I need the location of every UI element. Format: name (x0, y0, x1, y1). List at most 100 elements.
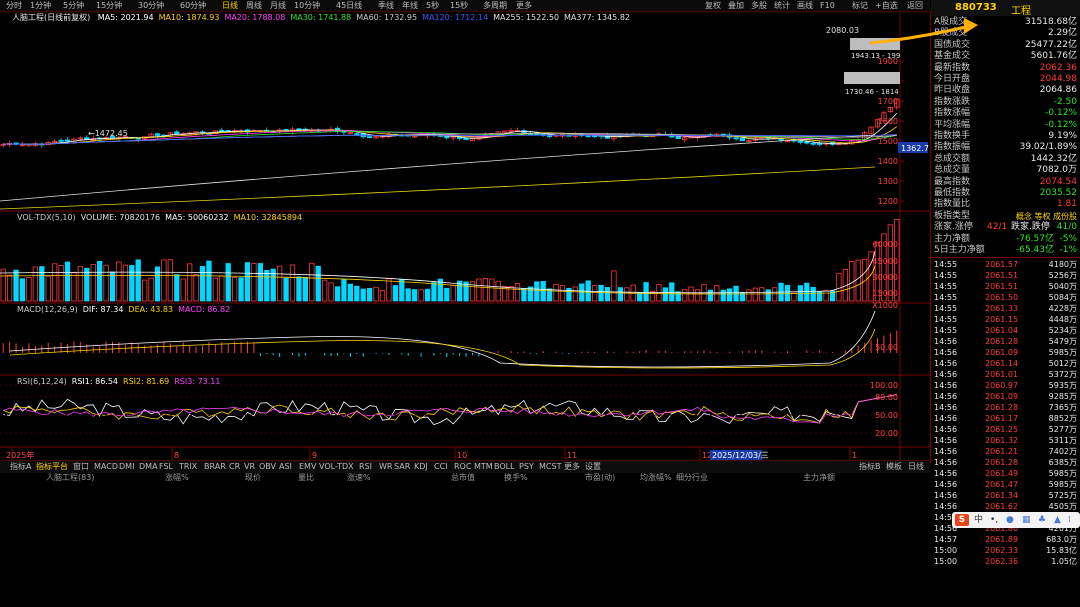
tick-row: 14:56 2061.25 5277万 (931, 424, 1080, 435)
volume-bar (720, 289, 726, 302)
table-header[interactable]: 量比 (298, 472, 314, 483)
tick-volume: 1.05亿 (1051, 557, 1077, 567)
ime-logo-icon[interactable]: S (955, 514, 969, 526)
candle-body (58, 139, 64, 142)
volume-bar (199, 265, 206, 302)
period-tab[interactable]: 5秒 (426, 0, 439, 11)
volume-bar (161, 259, 167, 302)
period-tab[interactable]: 周线 (246, 0, 262, 11)
annotation-arrow (869, 18, 978, 45)
rsi-line (3, 394, 897, 424)
period-tab[interactable]: 5分钟 (63, 0, 84, 11)
toolbar-button[interactable]: 多股 (751, 0, 767, 11)
board-type-value[interactable]: 概念 等权 成份股 (1016, 211, 1077, 222)
tick-volume: 5311万 (1048, 436, 1077, 446)
volume-bar (784, 284, 791, 302)
table-header[interactable]: 总市值 (451, 472, 475, 483)
period-tab[interactable]: 分时 (6, 0, 22, 11)
volume-bar (90, 264, 96, 302)
volume-bar (482, 278, 489, 302)
table-header[interactable]: 换手% (504, 472, 528, 483)
block-stock-table[interactable]: 人脑工程(83) 涨幅% 现价 量比 涨速% 总市值 换手% 市盈(动) 均涨幅% 细分行业 主力净… (0, 472, 930, 607)
period-tab[interactable]: 更多 (516, 0, 532, 11)
tick-price: 2061.28 (985, 403, 1019, 413)
table-header[interactable]: 涨速% (347, 472, 371, 483)
volume-bar (264, 269, 270, 302)
ime-shirt-icon[interactable]: ▲ (1054, 514, 1061, 526)
macd-dif (9, 310, 876, 368)
tick-row: 14:55 2061.04 5234万 (931, 325, 1080, 336)
quote-row: 平均涨幅 -0.12% (931, 120, 1080, 131)
ime-mic-icon[interactable]: ● (1006, 514, 1014, 526)
period-tab[interactable]: 年线 (402, 0, 418, 11)
volume-bar (476, 278, 482, 302)
tick-volume: 5256万 (1048, 271, 1077, 281)
ime-toolbar[interactable]: S 中 •, ● ▦ ♣ ▲ ⁞ (952, 512, 1080, 528)
table-header[interactable]: 市盈(动) (585, 472, 615, 483)
tick-time: 14:55 (934, 293, 958, 303)
quote-label: 最高指数 (934, 176, 971, 187)
period-tab[interactable]: 季线 (378, 0, 394, 11)
table-header[interactable]: 细分行业 (676, 472, 708, 483)
table-header[interactable]: 涨幅% (165, 472, 189, 483)
toolbar-button[interactable]: F10 (820, 0, 835, 11)
tick-price: 2061.21 (985, 447, 1019, 457)
ime-punct-icon[interactable]: •, (990, 514, 998, 526)
volume-bar (77, 266, 84, 302)
volume-bar (225, 263, 231, 302)
volume-bar (424, 288, 431, 302)
ime-grid-icon[interactable]: ⁞ (1068, 514, 1071, 526)
volume-bar (360, 288, 366, 302)
period-tab[interactable]: 60分钟 (180, 0, 206, 11)
volume-bar (508, 285, 514, 302)
table-header[interactable]: 现价 (245, 472, 261, 483)
date-label: 2025年 (6, 450, 34, 460)
chart-canvas[interactable]: 190018001700160015001400130012002080.031… (0, 11, 930, 463)
volume-bar (746, 289, 752, 302)
tick-price: 2060.97 (985, 381, 1019, 391)
toolbar-button[interactable]: 复权 (705, 0, 721, 11)
legend-entry: DEA: 43.83 (128, 305, 174, 314)
rsi-legend: RSI(6,12,24) RSI1: 86.54 RSI2: 81.69 RSI3: … (12, 377, 220, 387)
tick-price: 2061.32 (985, 436, 1019, 446)
tick-volume: 4228万 (1048, 304, 1077, 314)
tick-price: 2061.15 (985, 315, 1019, 325)
period-tab[interactable]: 45日线 (336, 0, 362, 11)
table-header[interactable]: 均涨幅% (640, 472, 672, 483)
period-tab[interactable]: 10分钟 (294, 0, 320, 11)
table-header[interactable]: 人脑工程(83) (46, 472, 94, 483)
candle-body (810, 142, 816, 145)
volume-bar (624, 287, 630, 302)
period-tab[interactable]: 15秒 (450, 0, 468, 11)
candle-body (675, 135, 681, 139)
tick-row: 14:55 2061.33 4228万 (931, 303, 1080, 314)
toolbar-button[interactable]: 叠加 (728, 0, 744, 11)
period-tab[interactable]: 30分钟 (138, 0, 164, 11)
period-tab[interactable]: 1分钟 (30, 0, 51, 11)
legend-entry: MA5: 50060232 (165, 213, 229, 222)
candle-body (797, 140, 804, 143)
ime-keyboard-icon[interactable]: ▦ (1022, 514, 1031, 526)
kline-chart-area[interactable]: 190018001700160015001400130012002080.031… (0, 11, 931, 463)
ime-skin-icon[interactable]: ♣ (1038, 514, 1046, 526)
tick-price: 2061.47 (985, 480, 1019, 490)
ime-mode-icon[interactable]: 中 (974, 514, 983, 526)
range-box-1-label: 1943.13 - 199 (851, 52, 900, 60)
quote-row: 最新指数 2062.36 (931, 63, 1080, 74)
toolbar-button[interactable]: 统计 (774, 0, 790, 11)
volume-bar (855, 259, 861, 302)
vol-tick-label: 15000 (873, 289, 898, 298)
toolbar-button[interactable]: 画线 (797, 0, 813, 11)
volume-bar (559, 284, 566, 302)
tick-row: 14:55 2061.51 5256万 (931, 270, 1080, 281)
period-tab[interactable]: 日线 (222, 0, 238, 11)
period-tab[interactable]: 15分钟 (96, 0, 122, 11)
tick-time: 14:56 (934, 414, 958, 424)
date-cursor-label: 2025/12/03/三 (712, 451, 769, 460)
period-tab[interactable]: 月线 (270, 0, 286, 11)
tick-price: 2061.09 (985, 348, 1019, 358)
volume-bar (553, 283, 559, 302)
period-tab[interactable]: 多周期 (483, 0, 507, 11)
table-header[interactable]: 主力净额 (803, 472, 835, 483)
breadth-up-value: 42/1 (987, 222, 1008, 233)
